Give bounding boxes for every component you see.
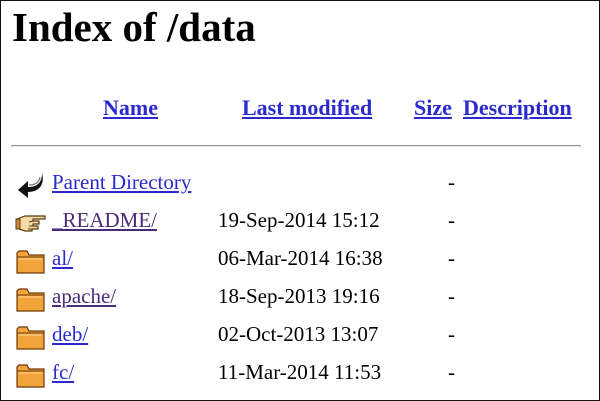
- file-size: -: [448, 284, 455, 308]
- file-size: -: [448, 208, 455, 232]
- column-header-size[interactable]: Size: [414, 95, 452, 121]
- last-modified-value: 11-Mar-2014 11:53: [218, 360, 382, 384]
- column-header-last-modified[interactable]: Last modified: [242, 95, 372, 121]
- directory-listing: Name Last modified Size Description Pare…: [11, 79, 591, 388]
- folder-icon: [15, 359, 47, 389]
- folder-icon: [15, 321, 47, 351]
- file-row-al: al/ 06-Mar-2014 16:38 -: [11, 241, 591, 279]
- file-row-readme: _README/ 19-Sep-2014 15:12 -: [11, 203, 591, 241]
- file-row-parent-directory: Parent Directory -: [11, 165, 591, 203]
- folder-link-al[interactable]: al/: [52, 246, 73, 271]
- last-modified-value: 19-Sep-2014 15:12: [218, 208, 380, 232]
- page-title: Index of /data: [12, 4, 256, 50]
- file-row-fc: fc/ 11-Mar-2014 11:53 -: [11, 355, 591, 393]
- folder-link-deb[interactable]: deb/: [52, 322, 88, 347]
- folder-link-fc[interactable]: fc/: [52, 360, 74, 385]
- column-header-row: Name Last modified Size Description: [11, 79, 591, 147]
- folder-icon: [15, 245, 47, 275]
- folder-icon: [15, 283, 47, 313]
- column-header-name[interactable]: Name: [103, 95, 158, 121]
- back-arrow-icon: [15, 169, 47, 199]
- folder-link-apache[interactable]: apache/: [52, 284, 116, 309]
- last-modified-value: 18-Sep-2013 19:16: [218, 284, 380, 308]
- file-row-apache: apache/ 18-Sep-2013 19:16 -: [11, 279, 591, 317]
- parent-directory-link[interactable]: Parent Directory: [52, 170, 191, 195]
- last-modified-value: 02-Oct-2013 13:07: [218, 322, 379, 346]
- file-size: -: [448, 170, 455, 194]
- column-header-description[interactable]: Description: [463, 95, 572, 121]
- last-modified-value: 06-Mar-2014 16:38: [218, 246, 383, 270]
- file-size: -: [448, 322, 455, 346]
- file-size: -: [448, 360, 455, 384]
- file-row-deb: deb/ 02-Oct-2013 13:07 -: [11, 317, 591, 355]
- header-divider: [11, 145, 581, 147]
- pointing-hand-icon: [15, 207, 47, 237]
- file-size: -: [448, 246, 455, 270]
- file-list: Parent Directory - _README/ 19-Sep-2014 …: [11, 165, 591, 393]
- readme-link[interactable]: _README/: [52, 208, 157, 233]
